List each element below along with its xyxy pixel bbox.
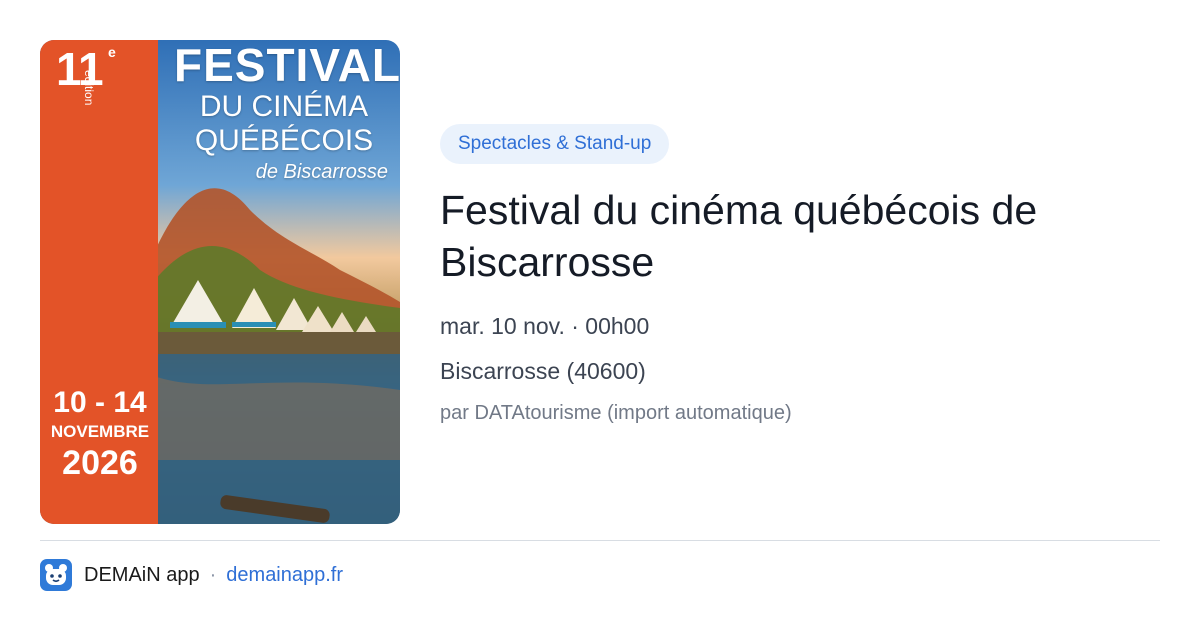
- poster-dates-month: NOVEMBRE: [50, 422, 150, 441]
- bear-face-icon[interactable]: [40, 559, 72, 591]
- footer-divider: [40, 540, 1160, 541]
- poster-edition-word: édition: [82, 70, 96, 106]
- poster-dates-year: 2026: [62, 444, 138, 482]
- poster-title-line-1: FESTIVAL: [174, 40, 400, 91]
- category-badge[interactable]: Spectacles & Stand-up: [440, 124, 670, 164]
- app-domain-link[interactable]: demainapp.fr: [226, 564, 343, 587]
- app-name[interactable]: DEMAiN app: [84, 564, 200, 587]
- poster-edition-sup: e: [108, 44, 116, 60]
- poster-dates-range: 10 - 14: [53, 386, 147, 419]
- poster-dates: 10 - 14 NOVEMBRE 2026: [46, 386, 154, 482]
- event-source: par DATAtourisme (import automatique): [440, 402, 792, 424]
- poster-title: FESTIVAL DU CINÉMA QUÉBÉCOIS de Biscarro…: [174, 40, 400, 186]
- poster-title-line-4: de Biscarrosse: [255, 161, 388, 183]
- event-datetime: mar. 10 nov. · 00h00: [440, 313, 650, 339]
- event-title[interactable]: Festival du cinéma québécois de Biscarro…: [440, 184, 1160, 288]
- footer-separator: ·: [209, 563, 217, 586]
- poster-title-line-3: QUÉBÉCOIS: [194, 124, 374, 157]
- footer-bar: DEMAiN app · demainapp.fr: [40, 558, 343, 592]
- poster-title-line-2: DU CINÉMA: [199, 90, 369, 123]
- event-poster-image[interactable]: 11 e édition FESTIVAL DU CINÉMA QUÉBÉCOI…: [40, 40, 400, 524]
- event-location: Biscarrosse (40600): [440, 358, 646, 384]
